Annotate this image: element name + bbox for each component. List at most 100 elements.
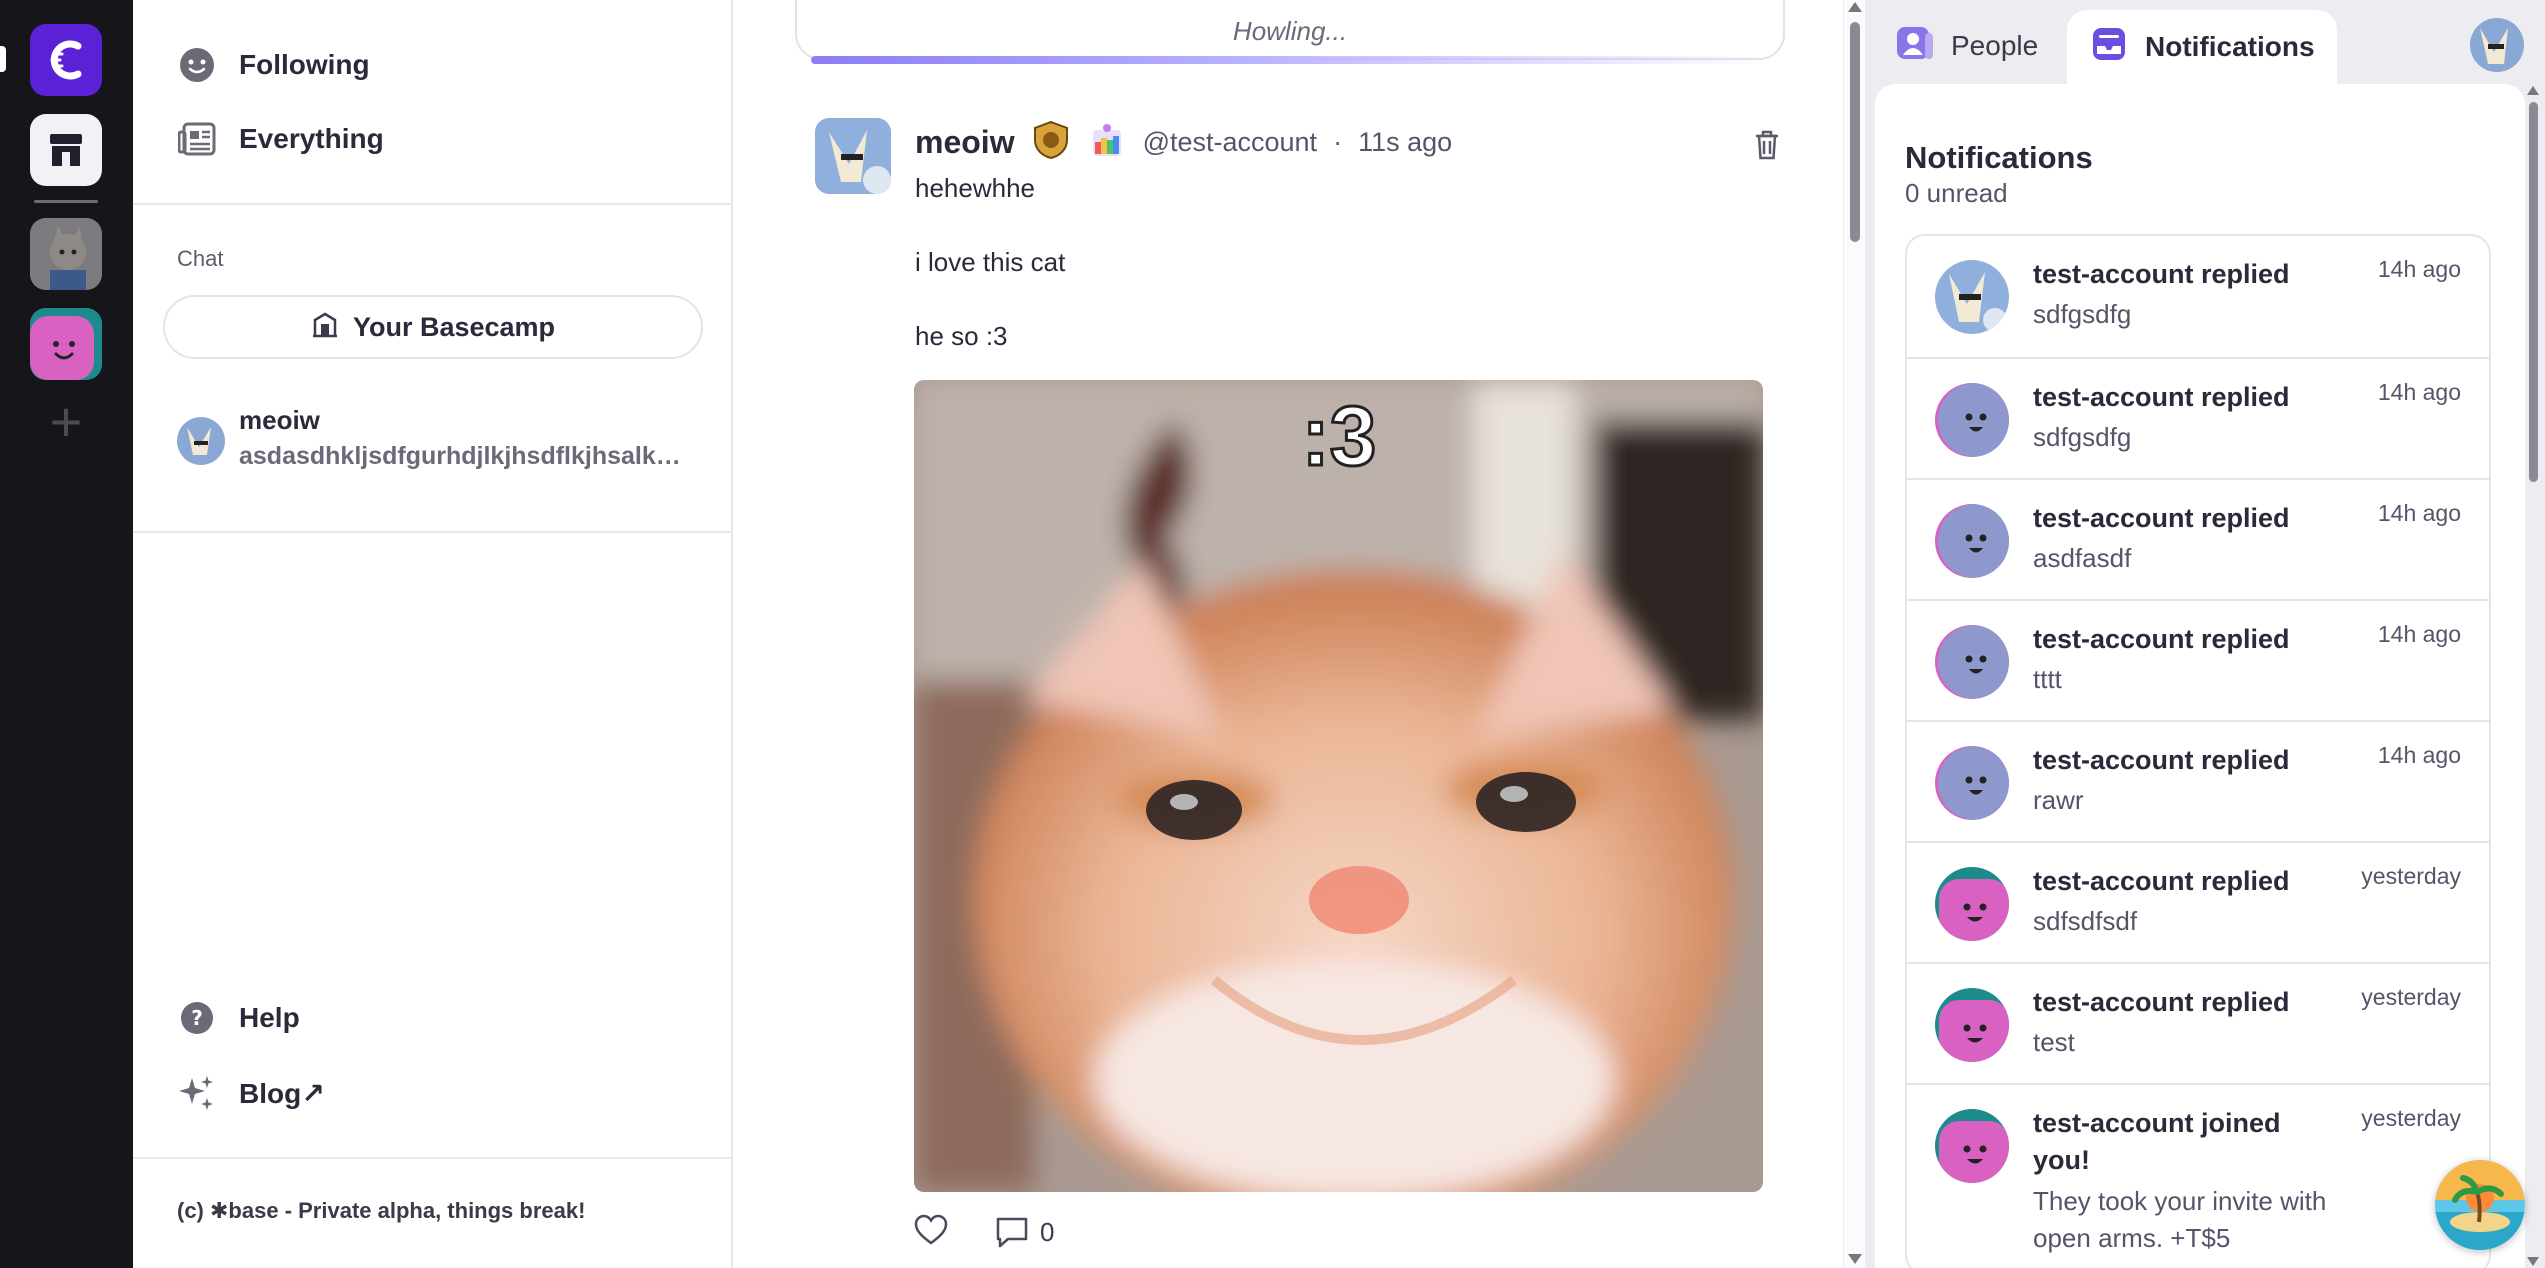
notification-time: yesterday [2361,1105,2461,1131]
avatar [1935,625,2009,699]
composer-glow [811,56,1769,64]
post-meta-separator: · [1333,126,1343,157]
notification-time: 14h ago [2377,742,2461,768]
notification-title: test-account replied [2033,745,2290,775]
avatar [2470,18,2524,72]
delete-post-button[interactable] [1747,124,1787,164]
cat-photo-icon [30,218,102,290]
avatar [177,417,225,465]
rail-separator [34,200,98,203]
notification-time: 14h ago [2377,379,2461,405]
like-button[interactable] [914,1213,948,1252]
notification-title: test-account replied [2033,866,2290,896]
notification-item[interactable]: test-account replied test yesterday [1907,962,2489,1083]
unread-count: 0 unread [1905,178,2008,208]
chat-item-name: meoiw [239,405,320,435]
post-handle[interactable]: @test-account [1143,127,1318,158]
nav-blog[interactable]: Blog↗ [177,1068,325,1118]
post-author-avatar[interactable] [815,118,891,194]
scroll-down-icon[interactable] [1848,1254,1862,1264]
chat-item-meoiw[interactable]: meoiw asdasdhkljsdfgurhdjlkjhsdflkjhsalk… [177,405,697,485]
basecamp-label: Your Basecamp [352,311,556,342]
nav-help-label: Help [239,1002,300,1033]
notification-time: yesterday [2361,984,2461,1010]
post-timestamp: 11s ago [1358,126,1453,157]
inbox-icon [2089,24,2129,71]
notification-item[interactable]: test-account replied sdfgsdfg 14h ago [1907,236,2489,357]
post-author[interactable]: meoiw [915,124,1015,161]
tab-people[interactable]: People [1873,10,2060,82]
post-image[interactable]: :3 [914,380,1763,1192]
post-composer[interactable]: Howling... [795,0,1785,64]
heart-icon [914,1214,948,1245]
avatar [1935,260,2009,334]
storefront-button[interactable] [30,114,102,186]
scroll-thumb[interactable] [1850,22,1860,242]
people-icon [1895,23,1935,70]
sidebar: Following Everything Chat Your Basecamp … [133,0,733,1268]
server-cat-photo[interactable] [30,218,102,290]
nav-help[interactable]: ? Help [177,993,300,1043]
notification-item[interactable]: test-account replied sdfgsdfg 14h ago [1907,357,2489,478]
notification-item[interactable]: test-account replied tttt 14h ago [1907,599,2489,720]
basecamp-icon [311,310,339,345]
smiley-icon [177,45,217,85]
profile-avatar-button[interactable] [2470,18,2524,72]
notifications-scrollbar[interactable] [2525,84,2543,1268]
brand-logo-icon [50,40,82,80]
right-panel: People Notifications Notifications 0 unr… [1865,0,2545,1268]
notification-item[interactable]: test-account replied asdfasdf 14h ago [1907,478,2489,599]
scroll-up-icon[interactable] [1848,2,1862,12]
notification-item[interactable]: test-account joined you! They took your i… [1907,1083,2489,1268]
chat-heading: Chat [177,246,224,271]
sidebar-divider [133,1157,731,1159]
scroll-down-icon[interactable] [2527,1257,2539,1266]
notification-item[interactable]: test-account replied rawr 14h ago [1907,720,2489,841]
sparkles-icon [177,1073,217,1113]
avatar [1935,383,2009,457]
notification-subtitle: sdfsdfsdf [2033,906,2138,936]
add-server-icon[interactable]: + [30,386,102,458]
server-rail: + [0,0,133,1268]
notification-title: test-account replied [2033,503,2290,533]
beach-badge-button[interactable] [2435,1160,2525,1250]
nav-everything[interactable]: Everything [177,114,384,164]
app-logo-button[interactable] [30,24,102,96]
notification-time: yesterday [2361,863,2461,889]
notifications-title: Notifications [1905,140,2093,175]
post-header: meoiw @test-account · 11s ago [915,118,1452,166]
notification-item[interactable]: test-account replied sdfsdfsdf yesterday [1907,841,2489,962]
beach-island-icon [2435,1160,2525,1250]
comment-button[interactable]: 0 [994,1215,1054,1249]
notification-subtitle: asdfasdf [2033,543,2132,573]
avatar [1935,988,2009,1062]
scroll-up-icon[interactable] [2527,86,2539,95]
storefront-icon [50,134,82,166]
composer-placeholder: Howling... [1232,16,1348,46]
trash-icon [1756,130,1778,160]
notification-time: 14h ago [2377,621,2461,647]
nav-following-label: Following [239,49,370,80]
sidebar-divider [133,203,731,205]
comment-icon [996,1217,1028,1248]
newspaper-icon [177,119,217,159]
scroll-thumb[interactable] [2529,102,2538,482]
notification-subtitle: They took your invite with open arms. +T… [2033,1186,2327,1253]
your-basecamp-button[interactable]: Your Basecamp [163,295,703,359]
nav-following[interactable]: Following [177,40,370,90]
server-pink-smiley[interactable] [30,308,102,380]
comment-count: 0 [1040,1216,1055,1247]
tab-notifications[interactable]: Notifications [2067,10,2337,84]
avatar [1935,746,2009,820]
nav-everything-label: Everything [239,123,384,154]
post-body: hehewhhe i love this cat he so :3 [915,170,1065,392]
avatar [1935,504,2009,578]
post-line: he so :3 [915,321,1008,351]
feed: Howling... meoiw @test-account · 11s ago… [735,0,1850,1268]
feed-scrollbar[interactable] [1843,0,1865,1268]
notification-list: test-account replied sdfgsdfg 14h ago test-… [1905,234,2491,1268]
tab-people-label: People [1951,30,2039,61]
notification-title: test-account replied [2033,987,2290,1017]
cat-image-icon: :3 [914,380,1763,1192]
active-indicator [0,46,6,72]
